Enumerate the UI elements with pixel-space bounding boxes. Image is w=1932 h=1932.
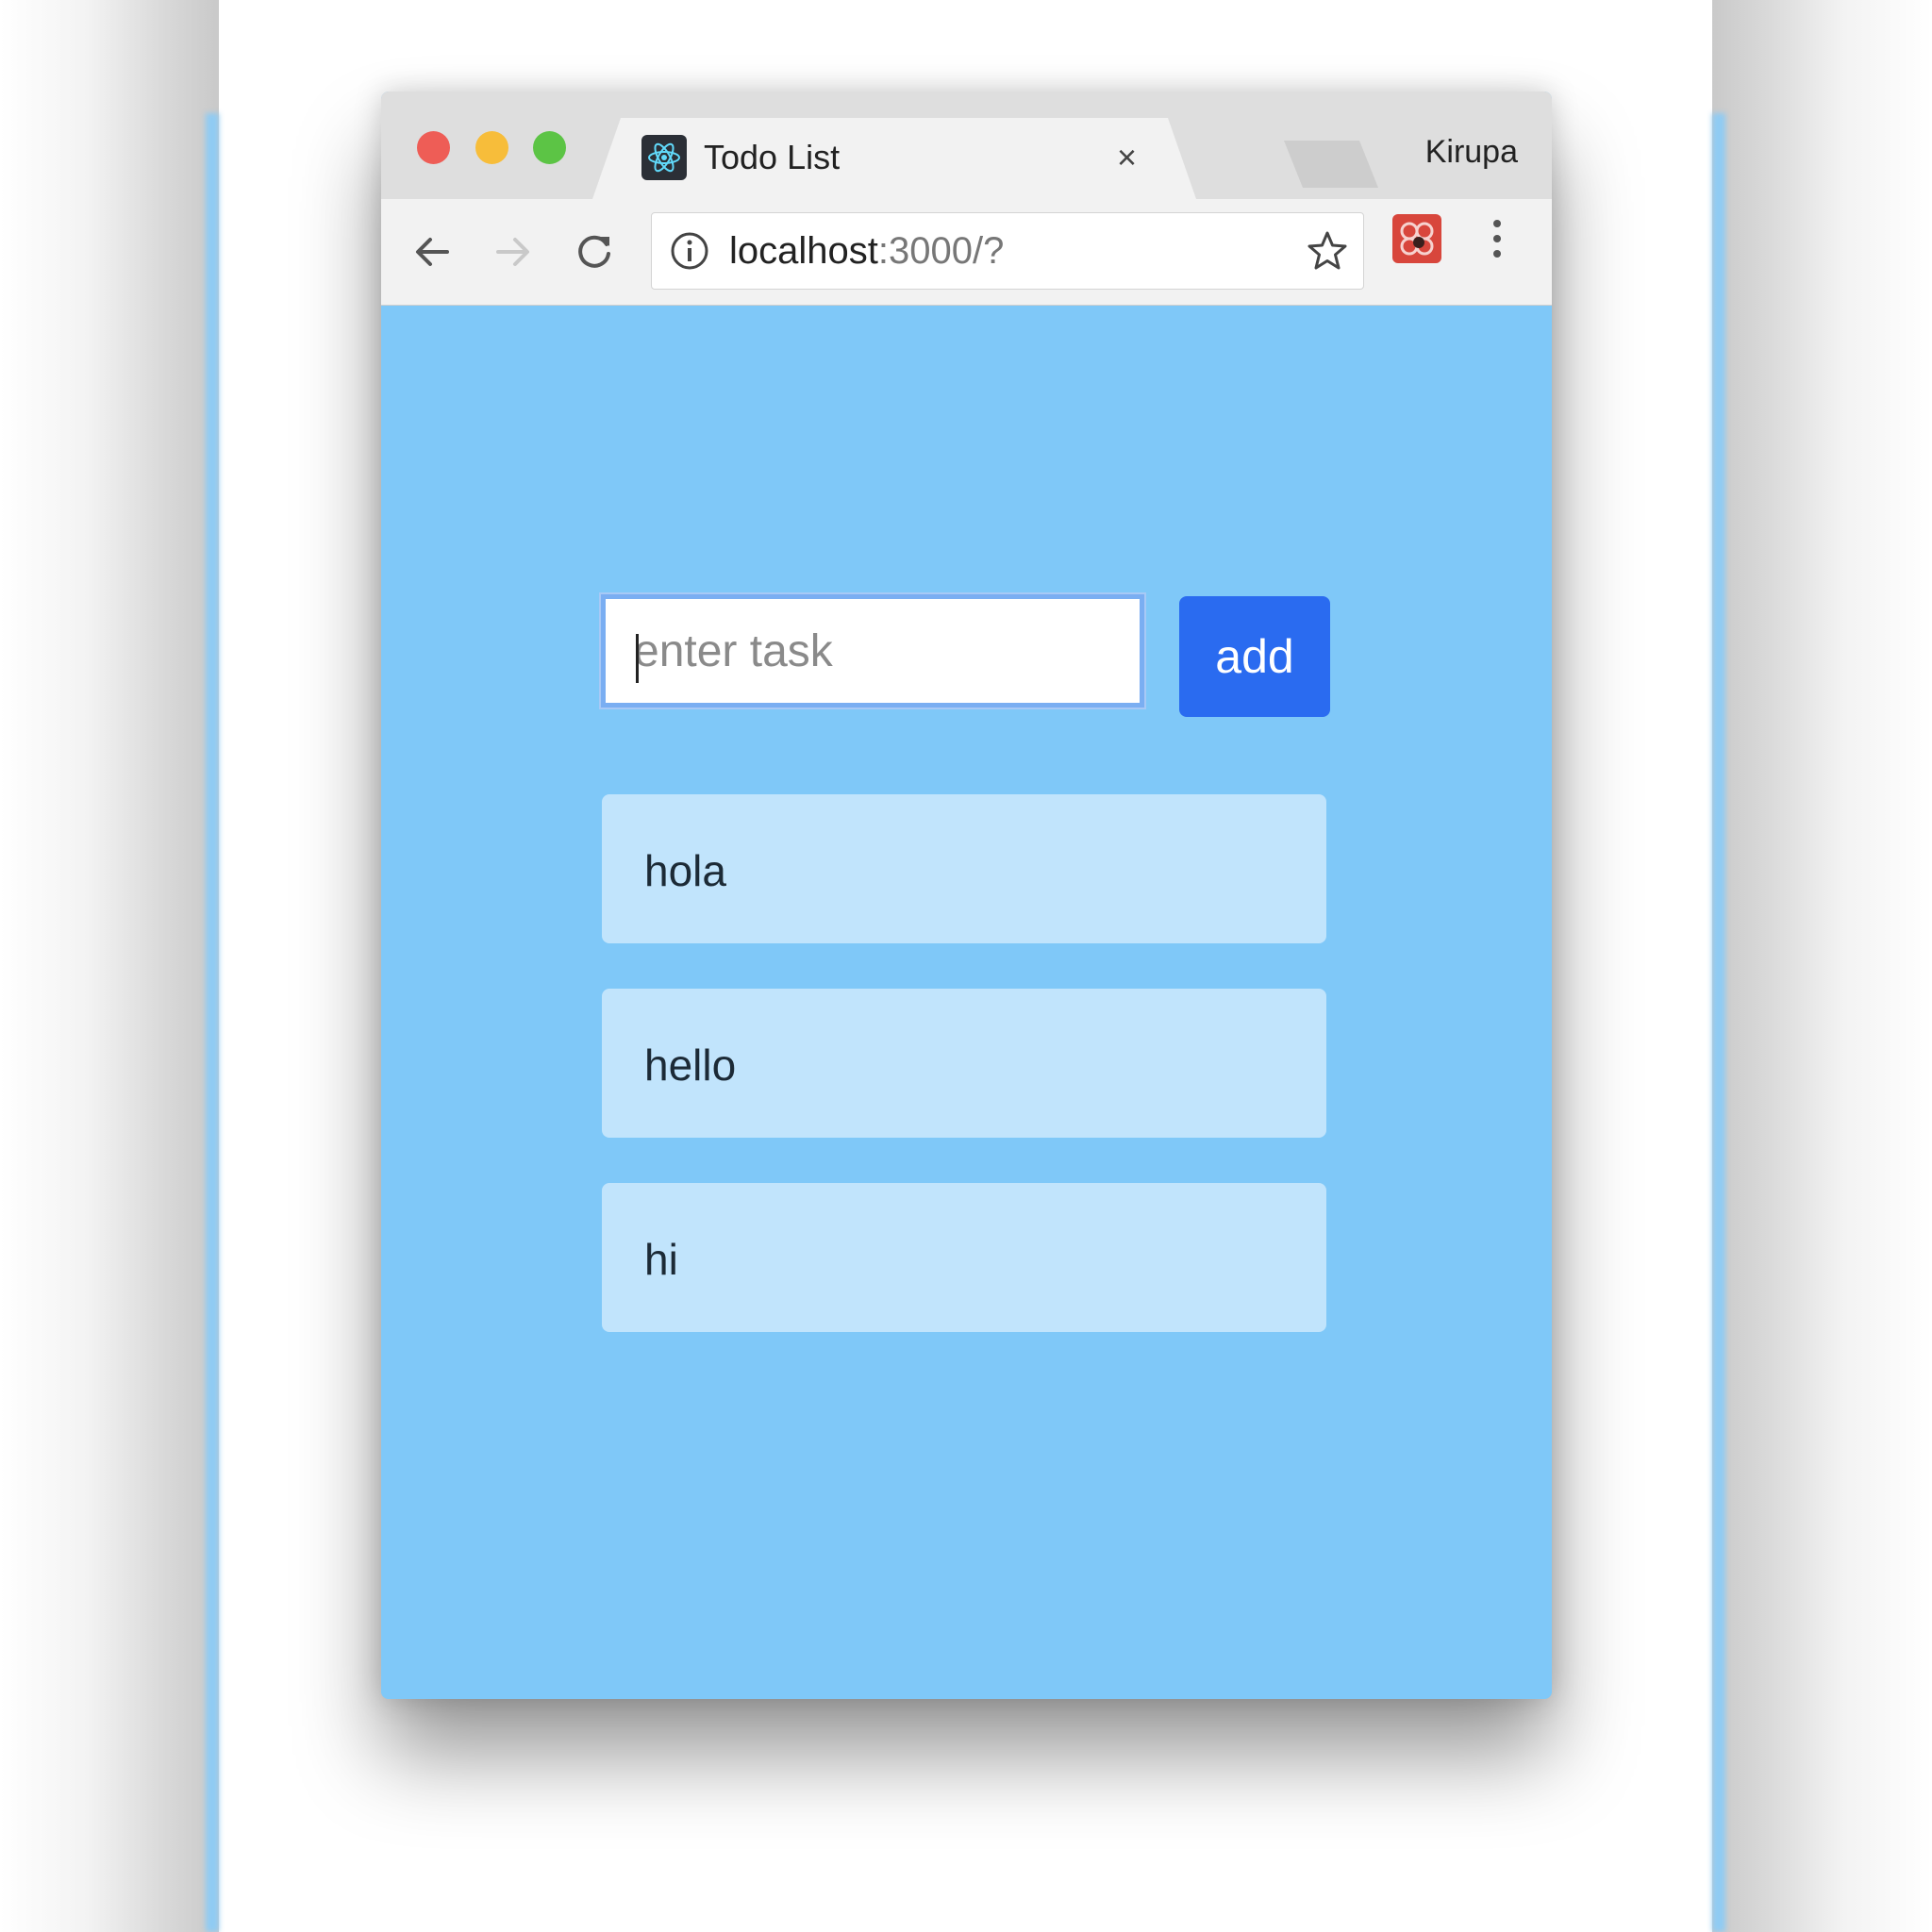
page-content: add hola hello hi (381, 306, 1552, 1699)
tab-todo-list[interactable]: Todo List × (592, 118, 1196, 199)
tab-close-icon[interactable]: × (1117, 139, 1137, 176)
todo-item[interactable]: hello (602, 989, 1326, 1138)
info-icon[interactable] (669, 230, 710, 276)
react-logo-icon (641, 135, 687, 180)
browser-window: Todo List × Kirupa localhost:3000/? ente… (381, 92, 1552, 1699)
task-input[interactable] (601, 594, 1144, 708)
url-path: :3000/? (877, 230, 1005, 272)
browser-toolbar: localhost:3000/? (381, 199, 1552, 306)
todo-item-text: hello (644, 1041, 737, 1090)
maximize-window-button[interactable] (533, 131, 566, 164)
todo-item[interactable]: hola (602, 794, 1326, 943)
star-icon[interactable] (1305, 228, 1350, 278)
back-arrow-icon[interactable] (406, 225, 458, 278)
url-host: localhost (729, 230, 878, 272)
address-bar[interactable]: localhost:3000/? (651, 212, 1364, 290)
todo-item-text: hi (644, 1235, 678, 1284)
background-left (0, 0, 219, 1932)
url-text: localhost:3000/? (729, 228, 1004, 274)
forward-arrow-icon[interactable] (487, 225, 540, 278)
close-window-button[interactable] (417, 131, 450, 164)
new-tab-button[interactable] (1284, 141, 1378, 188)
add-button[interactable]: add (1179, 596, 1330, 717)
text-caret (636, 634, 639, 683)
reload-icon[interactable] (568, 225, 621, 278)
tab-title: Todo List (704, 138, 841, 176)
todo-item[interactable]: hi (602, 1183, 1326, 1332)
todo-list: hola hello hi (602, 794, 1326, 1377)
minimize-window-button[interactable] (475, 131, 508, 164)
more-menu-icon[interactable] (1483, 216, 1511, 263)
profile-name[interactable]: Kirupa (1425, 133, 1518, 171)
todo-item-text: hola (644, 846, 726, 895)
extension-icon[interactable] (1392, 214, 1441, 263)
background-right (1712, 0, 1932, 1932)
tab-strip: Todo List × Kirupa (381, 92, 1552, 199)
